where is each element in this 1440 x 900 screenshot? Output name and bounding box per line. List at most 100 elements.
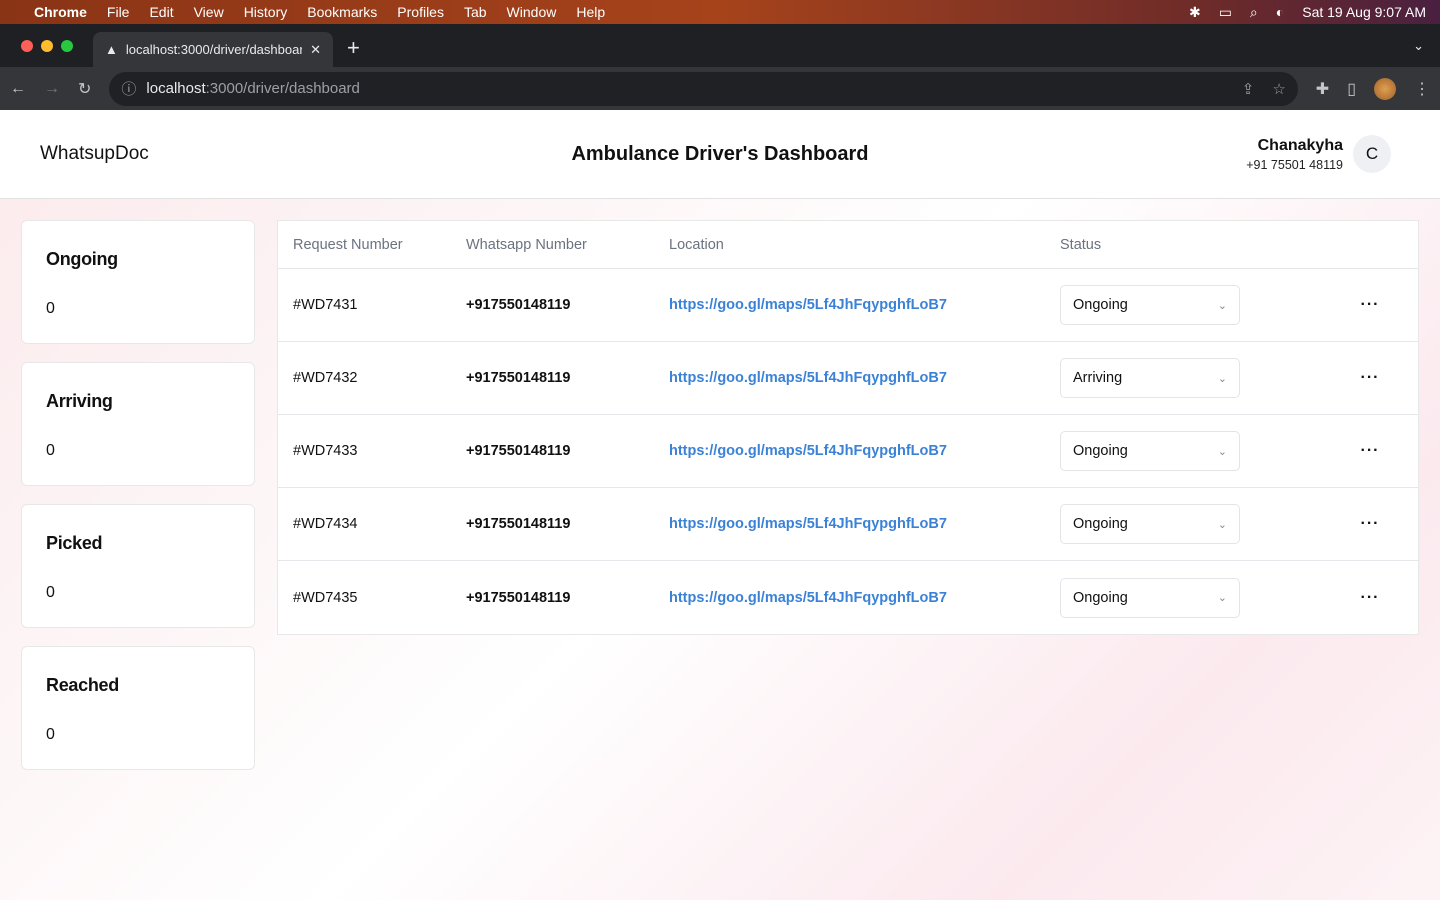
card-reached: Reached 0 <box>21 646 255 770</box>
extensions-icon[interactable]: ✚ <box>1316 79 1329 99</box>
page-title: Ambulance Driver's Dashboard <box>571 142 869 165</box>
clock[interactable]: Sat 19 Aug 9:07 AM <box>1302 4 1426 20</box>
requests-table: Request Number Whatsapp Number Location … <box>277 220 1419 635</box>
app-page: WhatsupDoc Ambulance Driver's Dashboard … <box>0 110 1440 900</box>
request-number: #WD7432 <box>293 370 358 386</box>
whatsapp-number: +917550148119 <box>466 370 571 386</box>
avatar[interactable]: C <box>1353 135 1391 173</box>
side-panel-icon[interactable]: ▯ <box>1347 79 1356 99</box>
status-summary: Ongoing 0 Arriving 0 Picked 0 Reached 0 <box>21 220 255 788</box>
table-row: #WD7432 +917550148119 https://goo.gl/map… <box>278 342 1418 415</box>
more-actions-icon[interactable]: ··· <box>1340 369 1400 387</box>
chevron-down-icon: ⌄ <box>1217 445 1227 458</box>
status-select[interactable]: Arriving ⌄ <box>1060 358 1240 398</box>
whatsapp-number: +917550148119 <box>466 516 571 532</box>
control-center-icon[interactable]: ◐ <box>1276 4 1284 20</box>
user-profile[interactable]: Chanakyha +91 75501 48119 C <box>1246 135 1391 173</box>
card-ongoing: Ongoing 0 <box>21 220 255 344</box>
table-row: #WD7431 +917550148119 https://goo.gl/map… <box>278 269 1418 342</box>
battery-icon[interactable]: ▭ <box>1219 4 1232 21</box>
menu-window[interactable]: Window <box>507 4 557 20</box>
close-window-button[interactable] <box>21 40 33 52</box>
menu-help[interactable]: Help <box>576 4 605 20</box>
user-phone: +91 75501 48119 <box>1246 157 1343 172</box>
menu-edit[interactable]: Edit <box>149 4 173 20</box>
new-tab-button[interactable]: + <box>347 35 360 61</box>
info-icon[interactable]: ⓘ <box>121 78 136 99</box>
status-select[interactable]: Ongoing ⌄ <box>1060 504 1240 544</box>
tab-strip: ▲ localhost:3000/driver/dashboard ✕ + ⌄ <box>0 24 1440 67</box>
table-row: #WD7433 +917550148119 https://goo.gl/map… <box>278 415 1418 488</box>
location-link[interactable]: https://goo.gl/maps/5Lf4JhFqypghfLoB7 <box>669 297 947 313</box>
browser-toolbar: ← → ↻ ⓘ localhost:3000/driver/dashboard … <box>0 67 1440 110</box>
status-select[interactable]: Ongoing ⌄ <box>1060 577 1240 618</box>
card-label: Arriving <box>46 391 113 411</box>
card-label: Reached <box>46 675 119 695</box>
request-number: #WD7433 <box>293 443 358 459</box>
chevron-down-icon: ⌄ <box>1217 299 1227 312</box>
location-link[interactable]: https://goo.gl/maps/5Lf4JhFqypghfLoB7 <box>669 443 947 459</box>
location-link[interactable]: https://goo.gl/maps/5Lf4JhFqypghfLoB7 <box>669 516 947 532</box>
bookmark-star-icon[interactable]: ☆ <box>1272 80 1285 98</box>
card-value: 0 <box>46 442 55 459</box>
back-icon[interactable]: ← <box>10 80 26 98</box>
menu-bookmarks[interactable]: Bookmarks <box>307 4 377 20</box>
share-icon[interactable]: ⇪ <box>1242 80 1255 98</box>
menu-app[interactable]: Chrome <box>34 4 87 20</box>
more-actions-icon[interactable]: ··· <box>1340 442 1400 460</box>
browser-tab[interactable]: ▲ localhost:3000/driver/dashboard ✕ <box>93 32 333 67</box>
profile-avatar[interactable] <box>1374 77 1396 100</box>
bluetooth-icon[interactable]: ✱ <box>1189 4 1201 21</box>
maximize-window-button[interactable] <box>61 40 73 52</box>
status-value: Ongoing <box>1073 443 1128 459</box>
more-actions-icon[interactable]: ··· <box>1340 515 1400 533</box>
app-header: WhatsupDoc Ambulance Driver's Dashboard … <box>0 110 1440 199</box>
header-request-number: Request Number <box>293 236 403 253</box>
chevron-down-icon: ⌄ <box>1217 592 1227 604</box>
status-select[interactable]: Ongoing ⌄ <box>1060 285 1240 325</box>
chevron-down-icon: ⌄ <box>1217 372 1227 385</box>
macos-menubar: Chrome File Edit View History Bookmarks … <box>0 0 1440 24</box>
request-number: #WD7431 <box>293 297 358 313</box>
status-value: Arriving <box>1073 370 1123 386</box>
brand-logo[interactable]: WhatsupDoc <box>40 143 149 165</box>
status-value: Ongoing <box>1073 589 1128 606</box>
whatsapp-number: +917550148119 <box>466 443 571 459</box>
location-link[interactable]: https://goo.gl/maps/5Lf4JhFqypghfLoB7 <box>669 370 947 386</box>
request-number: #WD7435 <box>293 589 358 606</box>
tab-search-chevron-icon[interactable]: ⌄ <box>1413 38 1424 54</box>
card-value: 0 <box>46 726 55 743</box>
header-location: Location <box>669 236 724 253</box>
minimize-window-button[interactable] <box>41 40 53 52</box>
more-actions-icon[interactable]: ··· <box>1340 589 1400 607</box>
status-value: Ongoing <box>1073 297 1128 313</box>
more-actions-icon[interactable]: ··· <box>1340 296 1400 314</box>
menu-profiles[interactable]: Profiles <box>397 4 444 20</box>
menu-history[interactable]: History <box>244 4 288 20</box>
close-tab-icon[interactable]: ✕ <box>310 42 321 58</box>
header-whatsapp-number: Whatsapp Number <box>466 236 587 253</box>
address-bar[interactable]: ⓘ localhost:3000/driver/dashboard ⇪ ☆ <box>109 71 1298 106</box>
reload-icon[interactable]: ↻ <box>78 79 91 99</box>
card-label: Picked <box>46 533 103 553</box>
location-link[interactable]: https://goo.gl/maps/5Lf4JhFqypghfLoB7 <box>669 590 947 606</box>
menu-file[interactable]: File <box>107 4 130 20</box>
card-label: Ongoing <box>46 249 118 269</box>
url-path: :3000/driver/dashboard <box>205 80 360 97</box>
status-value: Ongoing <box>1073 516 1128 532</box>
menu-view[interactable]: View <box>194 4 224 20</box>
more-menu-icon[interactable]: ⋮ <box>1414 79 1430 99</box>
window-controls <box>21 40 73 52</box>
forward-icon[interactable]: → <box>44 80 60 98</box>
favicon-icon: ▲ <box>105 42 118 57</box>
tab-title: localhost:3000/driver/dashboard <box>125 42 303 57</box>
header-status: Status <box>1060 236 1102 253</box>
search-icon[interactable]: ⌕ <box>1250 4 1258 21</box>
card-value: 0 <box>46 300 55 317</box>
card-arriving: Arriving 0 <box>21 362 255 486</box>
chevron-down-icon: ⌄ <box>1217 518 1227 531</box>
table-header: Request Number Whatsapp Number Location … <box>278 221 1418 269</box>
menu-tab[interactable]: Tab <box>464 4 487 20</box>
status-select[interactable]: Ongoing ⌄ <box>1060 431 1240 471</box>
request-number: #WD7434 <box>293 516 358 532</box>
